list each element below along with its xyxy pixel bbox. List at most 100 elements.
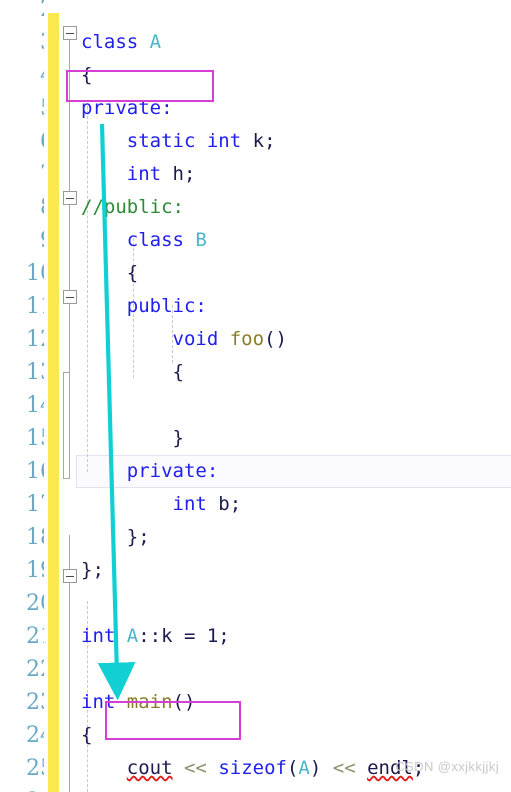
code-line-text[interactable]: private: [81, 455, 219, 488]
line-number: 20 [26, 591, 44, 616]
line-number: 19 [26, 558, 44, 583]
code-token: private: [126, 460, 219, 482]
code-line-row[interactable]: 21 int A::k = 1; [0, 620, 511, 653]
line-number: 5 [0, 92, 44, 125]
line-number: 24 [26, 723, 44, 748]
code-line-row[interactable]: 19}; [0, 554, 511, 587]
code-line-text[interactable]: int h; [81, 158, 196, 191]
code-token: main [126, 691, 173, 713]
code-line-text[interactable]: private: [81, 92, 173, 125]
line-number: 10 [26, 261, 44, 286]
line-number: 4 [0, 59, 44, 92]
code-line-row[interactable]: 2 [0, 0, 511, 26]
code-token: } [81, 427, 184, 449]
code-line-row[interactable]: 5 private: [0, 92, 511, 125]
code-line-text[interactable]: //public: [81, 191, 184, 224]
code-line-text[interactable]: cout << sizeof(A) << endl; [81, 752, 425, 785]
line-number: 9 [0, 224, 44, 257]
code-token: b; [206, 493, 242, 515]
code-line-row[interactable]: 22 [0, 653, 511, 686]
code-line-text[interactable]: { [81, 59, 92, 92]
code-token: void [172, 328, 219, 350]
code-line-text[interactable]: class A [81, 26, 161, 59]
code-line-text[interactable]: { [81, 719, 92, 752]
code-line-text[interactable]: int main() [81, 686, 195, 719]
code-token: //public: [81, 196, 184, 218]
code-line-row[interactable]: 14 [0, 389, 511, 422]
code-token: { [81, 262, 139, 284]
code-token: public: [126, 295, 207, 317]
code-line-row[interactable]: 3 class A [0, 26, 511, 59]
line-number: 3 [0, 26, 44, 59]
code-line-text[interactable]: int b; [81, 488, 242, 521]
code-token: cout [126, 757, 173, 779]
code-line-text[interactable]: }; [81, 521, 150, 554]
code-line-text[interactable]: static int k; [81, 125, 276, 158]
code-line-row[interactable]: 6 static int k; [0, 125, 511, 158]
code-line-row[interactable]: 12 void foo() [0, 323, 511, 356]
code-line-text[interactable]: public: [81, 290, 207, 323]
code-line-row[interactable]: 9 class B [0, 224, 511, 257]
code-line-row[interactable]: 4{ [0, 59, 511, 92]
code-line-text[interactable]: }; [81, 554, 104, 587]
code-token: { [81, 724, 93, 746]
code-line-row[interactable]: 24 { [0, 719, 511, 752]
code-line-text[interactable]: int A::k = 1; [81, 620, 230, 653]
line-number: 18 [26, 525, 44, 550]
code-token: B [195, 229, 207, 251]
code-line-row[interactable]: 16 private: [0, 455, 511, 488]
code-line-text[interactable]: void foo() [81, 323, 287, 356]
code-line-text[interactable]: { [81, 356, 184, 389]
code-line-row[interactable]: 10 { [0, 257, 511, 290]
code-token: ) [309, 757, 333, 779]
code-token: { [81, 64, 93, 86]
line-number: 25 [26, 756, 44, 781]
line-number: 8 [0, 191, 44, 224]
code-line-text[interactable]: } [81, 422, 184, 455]
code-token: int [126, 163, 162, 185]
line-number: 11 [26, 294, 44, 319]
code-line-row[interactable]: 15 } [0, 422, 511, 455]
code-editor[interactable]: 23class A4{5private:6 static int k;7 int… [0, 0, 511, 792]
code-token: int [172, 493, 207, 515]
code-token: class [126, 229, 196, 251]
code-token: ( [286, 757, 299, 779]
code-line-row[interactable]: 11 public: [0, 290, 511, 323]
code-line-row[interactable]: 7 int h; [0, 158, 511, 191]
code-line-row[interactable]: 13 { [0, 356, 511, 389]
code-token: ::k = 1; [138, 625, 230, 647]
line-number: 13 [26, 360, 44, 385]
code-token: A [126, 625, 139, 647]
code-token: { [81, 361, 184, 383]
code-line-text[interactable]: class B [81, 224, 207, 257]
code-token: << [332, 757, 356, 779]
code-token: class [81, 31, 150, 53]
code-token: int [81, 691, 116, 713]
code-line-row[interactable]: 18 }; [0, 521, 511, 554]
code-line-row[interactable]: 8 //public: [0, 191, 511, 224]
line-number: 6 [0, 125, 44, 158]
code-line-row[interactable]: 26 [0, 785, 511, 792]
code-line-row[interactable]: 17 int b; [0, 488, 511, 521]
code-token: () [264, 328, 287, 350]
watermark: CSDN @xxjkkjjkj [395, 759, 499, 774]
code-line-row[interactable]: 20 [0, 587, 511, 620]
code-token: h; [161, 163, 196, 185]
code-line-row[interactable]: 23 int main() [0, 686, 511, 719]
code-token: sizeof [218, 757, 287, 779]
line-number: 15 [26, 426, 44, 451]
code-token: << [183, 757, 207, 779]
code-line-text[interactable]: { [81, 257, 138, 290]
